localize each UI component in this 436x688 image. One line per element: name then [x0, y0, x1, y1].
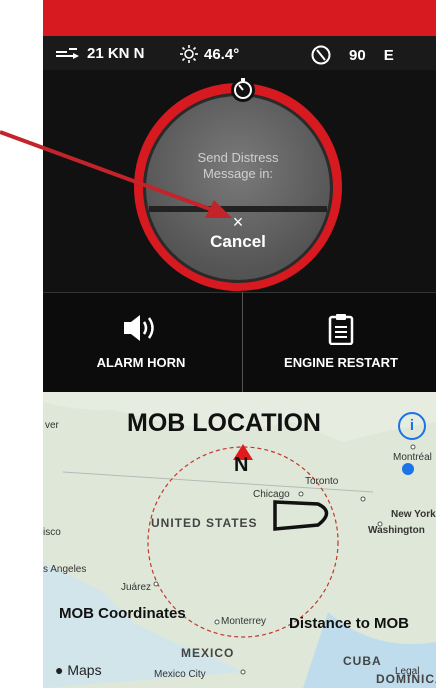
place-label: CUBA	[343, 654, 382, 668]
clipboard-icon	[328, 314, 354, 345]
maps-logo: ● Maps	[55, 662, 102, 678]
place-label: MEXICO	[181, 646, 235, 660]
temperature-text: 46.4°	[204, 45, 240, 63]
apple-icon: ●	[55, 662, 64, 678]
mob-location-title: MOB LOCATION	[127, 409, 321, 437]
wind-text: 21 KN N	[87, 45, 145, 62]
status-bar: 21 KN N 46.4° 90 E	[43, 36, 436, 70]
place-label: Washington	[368, 525, 425, 536]
place-label: UNITED STATES	[151, 516, 258, 530]
timer-icon	[231, 78, 255, 102]
place-label: Mexico City	[154, 669, 206, 680]
wind-reading: 21 KN N	[55, 45, 145, 62]
temperature-reading: 46.4°	[180, 45, 239, 63]
heading-direction: E	[383, 46, 394, 64]
alarm-horn-label: ALARM HORN	[96, 355, 186, 370]
action-divider	[242, 292, 243, 392]
engine-restart-button[interactable]: ENGINE RESTART	[243, 293, 436, 393]
place-label: Chicago	[253, 489, 290, 500]
place-label: New York	[391, 509, 436, 520]
legal-link[interactable]: Legal	[395, 666, 419, 677]
compass-icon	[311, 45, 331, 65]
place-label: Juárez	[121, 582, 152, 593]
mob-coordinates-label: MOB Coordinates	[59, 605, 186, 622]
app-screen: 21 KN N 46.4° 90 E Send Distress Message…	[43, 0, 436, 688]
close-icon[interactable]: ×	[223, 212, 253, 232]
north-label: N	[234, 454, 249, 476]
place-label: Montréal	[393, 452, 432, 463]
heading-reading: 90 E	[311, 45, 394, 65]
place-label: Monterrey	[221, 616, 267, 627]
place-label: s Angeles	[43, 564, 87, 575]
engine-restart-label: ENGINE RESTART	[284, 355, 398, 370]
place-label: ver	[45, 420, 59, 431]
wind-icon	[56, 47, 79, 59]
speaker-icon	[124, 315, 154, 341]
place-label: isco	[43, 527, 61, 538]
heading-value: 90	[349, 46, 366, 64]
maps-logo-text: Maps	[67, 662, 102, 678]
place-label: Toronto	[305, 476, 339, 487]
cancel-button[interactable]: Cancel	[193, 232, 283, 252]
top-red-bar	[43, 0, 436, 36]
distress-message: Send Distress Message in:	[197, 150, 279, 181]
info-button[interactable]: i	[398, 412, 426, 440]
distress-dial[interactable]	[146, 96, 330, 280]
mob-map[interactable]: MOB LOCATION i N ver Chicago Toronto Mon…	[43, 392, 436, 688]
distance-to-mob-label: Distance to MOB	[289, 615, 410, 632]
alarm-horn-button[interactable]: ALARM HORN	[43, 293, 239, 393]
sun-icon	[180, 45, 198, 63]
action-bar: ALARM HORN ENGINE RESTART	[43, 292, 436, 393]
